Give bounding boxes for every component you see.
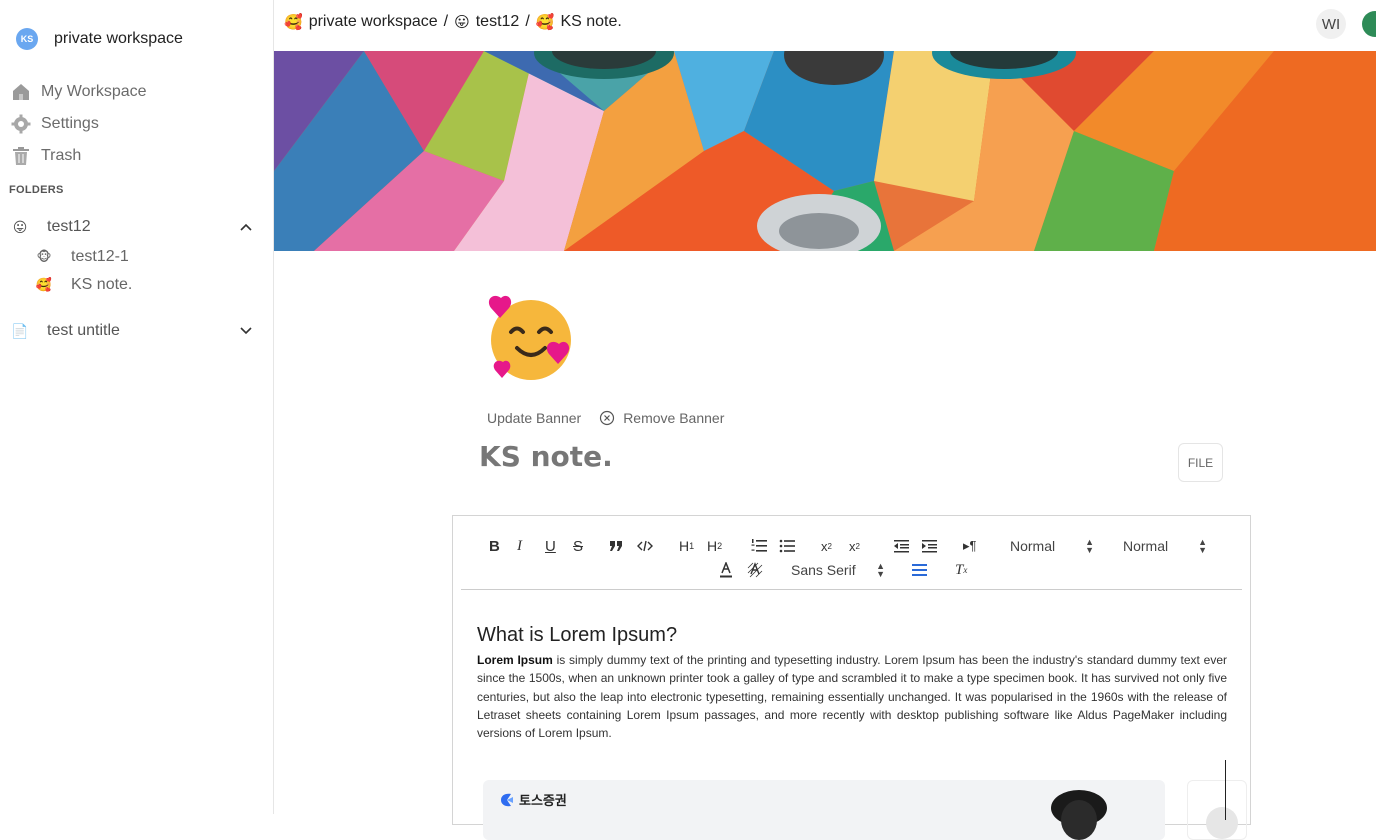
update-banner-button[interactable]: Update Banner — [487, 410, 581, 426]
file-emoji: 🐵 — [36, 249, 52, 264]
breadcrumb-separator: / — [443, 13, 449, 30]
breadcrumb-emoji: 😛 — [454, 14, 470, 31]
blockquote-icon[interactable] — [609, 536, 623, 556]
italic-icon[interactable]: I — [517, 536, 522, 556]
breadcrumb-emoji: 🥰 — [535, 14, 555, 31]
folder-label: test12 — [47, 218, 91, 235]
content-lead-bold: Lorem Ipsum — [477, 653, 553, 667]
trash-icon — [10, 146, 31, 167]
banner-image — [274, 51, 1376, 251]
underline-icon[interactable]: U — [545, 536, 556, 556]
text-direction-icon[interactable]: ▸¶ — [963, 536, 977, 556]
code-block-icon[interactable] — [637, 536, 653, 556]
banner-actions: Update Banner Remove Banner — [487, 410, 724, 426]
resize-handle[interactable] — [1225, 760, 1226, 820]
editor-content[interactable]: What is Lorem Ipsum? Lorem Ipsum is simp… — [477, 624, 1227, 742]
avatar-secondary[interactable] — [1362, 11, 1376, 37]
embedded-side-card[interactable] — [1187, 780, 1247, 840]
subscript-icon[interactable]: x2 — [821, 536, 832, 556]
content-body: is simply dummy text of the printing and… — [477, 653, 1227, 741]
sidebar-item-my-workspace[interactable]: My Workspace — [10, 76, 147, 108]
content-paragraph: Lorem Ipsum is simply dummy text of the … — [477, 651, 1227, 742]
remove-banner-button[interactable]: Remove Banner — [599, 410, 724, 426]
sidebar-item-label: Trash — [41, 147, 82, 164]
file-emoji: 🥰 — [35, 277, 53, 292]
align-justify-icon[interactable] — [911, 560, 927, 580]
editor-toolbar: B I U S H1 H2 x2 x2 ▸¶ Normal ▲ ▼ Normal… — [461, 516, 1242, 590]
page-icon-smiling-hearts-icon[interactable] — [483, 292, 579, 388]
chevron-down-icon[interactable] — [238, 323, 254, 339]
breadcrumb-item-workspace[interactable]: private workspace — [309, 13, 438, 31]
strikethrough-icon[interactable]: S — [573, 536, 583, 556]
sidebar-nav: My Workspace Settings Trash — [10, 76, 147, 172]
sidebar: KS private workspace My Workspace Settin… — [0, 0, 274, 814]
ordered-list-icon[interactable] — [751, 536, 767, 556]
superscript-icon[interactable]: x2 — [849, 536, 860, 556]
home-icon — [10, 82, 31, 103]
background-color-icon[interactable] — [747, 560, 763, 580]
size-select-value: Normal — [1123, 538, 1169, 554]
page-title[interactable]: KS note. — [479, 440, 613, 473]
person-photo-icon — [1051, 790, 1107, 840]
workspace-name: private workspace — [54, 30, 183, 47]
select-arrows-icon: ▲ ▼ — [1198, 537, 1207, 555]
file-label: KS note. — [71, 276, 133, 293]
sidebar-item-label: Settings — [41, 115, 99, 132]
rich-text-editor: B I U S H1 H2 x2 x2 ▸¶ Normal ▲ ▼ Normal… — [452, 515, 1251, 840]
close-circle-icon — [599, 410, 615, 426]
header-select-value: Normal — [1010, 538, 1056, 554]
breadcrumb-emoji: 🥰 — [284, 14, 303, 31]
remove-banner-label: Remove Banner — [623, 410, 725, 426]
select-arrows-icon: ▲ ▼ — [876, 561, 885, 579]
content-heading: What is Lorem Ipsum? — [477, 624, 678, 646]
card-brand: 토스증권 — [499, 790, 567, 809]
sidebar-item-settings[interactable]: Settings — [10, 108, 147, 140]
bold-icon[interactable]: B — [489, 536, 500, 556]
font-select[interactable]: Sans Serif ▲ ▼ — [791, 560, 885, 580]
avatar[interactable]: WI — [1316, 9, 1346, 39]
select-arrows-icon: ▲ ▼ — [1085, 537, 1094, 555]
text-color-icon[interactable] — [719, 560, 733, 580]
folders-heading: FOLDERS — [9, 184, 64, 196]
workspace-switcher[interactable]: KS private workspace — [16, 28, 183, 50]
bullet-list-icon[interactable] — [779, 536, 795, 556]
workspace-logo: KS — [16, 28, 38, 50]
breadcrumb-item-file[interactable]: KS note. — [560, 13, 621, 31]
file-ks-note[interactable]: 🥰 KS note. — [34, 273, 132, 297]
embedded-image-card[interactable]: 토스증권 — [483, 780, 1165, 840]
file-button[interactable]: FILE — [1178, 443, 1223, 482]
folder-emoji: 😛 — [12, 218, 28, 235]
indent-icon[interactable] — [921, 536, 937, 556]
breadcrumb-item-folder[interactable]: test12 — [476, 13, 520, 31]
folder-test12[interactable]: 😛 test12 — [10, 215, 254, 239]
toss-logo-icon — [501, 793, 513, 806]
top-bar: 🥰 private workspace / 😛 test12 / 🥰 KS no… — [274, 0, 1376, 51]
file-test12-1[interactable]: 🐵 test12-1 — [34, 245, 129, 269]
chevron-up-icon[interactable] — [238, 219, 254, 235]
file-label: test12-1 — [71, 248, 129, 265]
folder-emoji: 📄 — [11, 322, 29, 339]
header-select[interactable]: Normal ▲ ▼ — [1010, 536, 1094, 556]
size-select[interactable]: Normal ▲ ▼ — [1123, 536, 1207, 556]
outdent-icon[interactable] — [893, 536, 909, 556]
breadcrumb: 🥰 private workspace / 😛 test12 / 🥰 KS no… — [284, 13, 622, 31]
heading1-icon[interactable]: H1 — [679, 536, 694, 556]
gear-icon — [10, 114, 31, 135]
folder-test-untitle[interactable]: 📄 test untitle — [10, 319, 254, 343]
card-brand-label: 토스증권 — [519, 793, 567, 808]
sidebar-item-label: My Workspace — [41, 83, 147, 100]
breadcrumb-separator: / — [525, 13, 530, 30]
font-select-value: Sans Serif — [791, 562, 856, 578]
folder-label: test untitle — [47, 322, 120, 339]
clear-format-icon[interactable]: Tx — [955, 560, 967, 580]
heading2-icon[interactable]: H2 — [707, 536, 722, 556]
sidebar-item-trash[interactable]: Trash — [10, 140, 147, 172]
